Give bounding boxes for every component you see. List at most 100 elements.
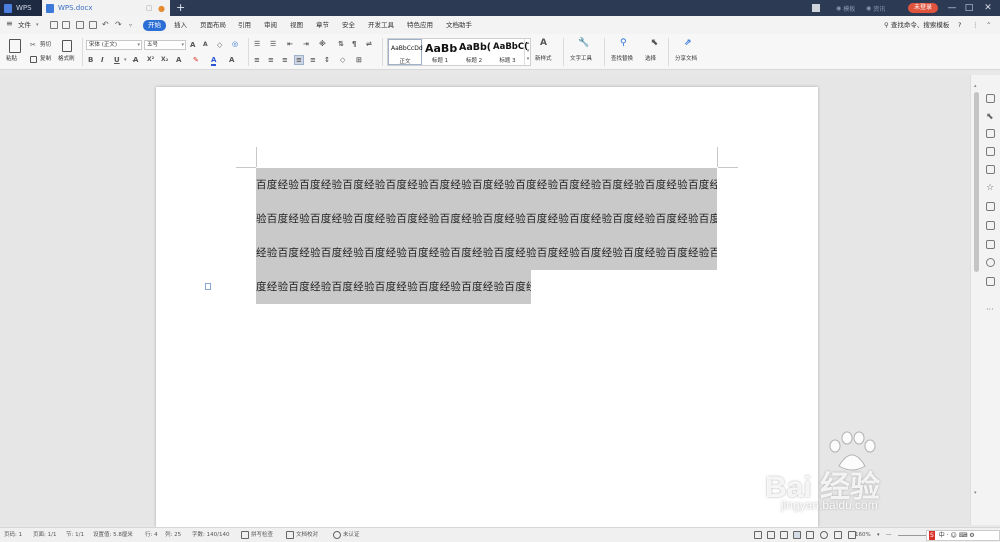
vertical-scrollbar[interactable]: [974, 92, 979, 272]
sidebar-more-icon[interactable]: ···: [986, 305, 994, 314]
font-color-button[interactable]: A: [211, 56, 217, 66]
text-tools-icon[interactable]: 🔧: [578, 39, 589, 48]
format-painter-button[interactable]: 格式刷: [58, 56, 75, 63]
text-line[interactable]: 经验百度经验百度经验百度经验百度经验百度经验百度经验百度经验百度经验百度经验百度…: [256, 236, 717, 270]
clear-format-icon[interactable]: ◇: [217, 41, 222, 49]
status-row[interactable]: 行: 4: [145, 531, 158, 539]
status-setting-value[interactable]: 设置值: 5.8厘米: [93, 531, 133, 539]
collapse-ribbon-icon[interactable]: ⌃: [986, 20, 991, 31]
justify-icon[interactable]: ≡: [294, 55, 304, 65]
new-style-icon[interactable]: A: [540, 39, 547, 48]
sidebar-styles-icon[interactable]: [986, 165, 995, 174]
find-replace-icon[interactable]: ⚲: [620, 39, 627, 48]
sidebar-shapes-icon[interactable]: [986, 129, 995, 138]
menu-file-caret-icon[interactable]: ▾: [36, 20, 39, 31]
sidebar-select-icon[interactable]: ⬉: [986, 112, 995, 122]
login-button[interactable]: 未登录: [908, 3, 938, 13]
align-center-icon[interactable]: ≡: [268, 56, 274, 64]
ime-punctuation[interactable]: ·: [947, 532, 949, 539]
underline-dropdown-icon[interactable]: ▾: [124, 56, 127, 64]
chinese-layout-icon[interactable]: ※: [319, 40, 326, 48]
sidebar-collapse-icon[interactable]: [986, 94, 995, 103]
text-line[interactable]: 验百度经验百度经验百度经验百度经验百度经验百度经验百度经验百度经验百度经验百度经…: [256, 202, 717, 236]
subscript-icon[interactable]: X₂: [161, 56, 168, 64]
fullscreen-icon[interactable]: [754, 531, 762, 539]
input-method-bar[interactable]: S 中 · ☺ ⌨ ⚙: [926, 530, 1000, 541]
style-gallery-scroll-icon[interactable]: ▴ ▾ ▾: [524, 39, 531, 65]
text-line[interactable]: 度经验百度经验百度经验百度经验百度经验百度经验百度经验: [256, 270, 531, 304]
copy-button[interactable]: 复制: [40, 56, 51, 63]
paragraph-layout-icon[interactable]: [205, 283, 211, 290]
text-effect-icon[interactable]: A: [176, 56, 181, 64]
distributed-align-icon[interactable]: ≡: [310, 56, 316, 64]
increase-indent-icon[interactable]: ⇥: [303, 40, 309, 48]
eye-protection-icon[interactable]: [834, 531, 842, 539]
shading-icon[interactable]: ◇: [340, 56, 345, 64]
scroll-up-icon[interactable]: ▴: [974, 83, 977, 89]
menu-developer[interactable]: 开发工具: [368, 20, 394, 31]
help-icon[interactable]: ?: [958, 20, 961, 31]
paste-button[interactable]: 粘贴: [6, 56, 17, 63]
sidebar-adjust-icon[interactable]: [986, 147, 995, 156]
zoom-out-button[interactable]: —: [886, 531, 892, 539]
sidebar-history-icon[interactable]: [986, 258, 995, 267]
menu-review[interactable]: 审阅: [264, 20, 277, 31]
find-replace-button[interactable]: 查找替换: [611, 56, 633, 63]
menu-security[interactable]: 安全: [342, 20, 355, 31]
menu-insert[interactable]: 插入: [174, 20, 187, 31]
zoom-dropdown-icon[interactable]: ▾: [877, 531, 880, 539]
write-mode-icon[interactable]: [780, 531, 788, 539]
minimize-button[interactable]: —: [946, 2, 958, 14]
menu-features[interactable]: 特色应用: [407, 20, 433, 31]
format-painter-icon[interactable]: [62, 40, 72, 52]
template-button[interactable]: ◉ 模板: [836, 0, 855, 16]
status-word-count[interactable]: 字数: 140/140: [192, 531, 229, 539]
redo-icon[interactable]: ↷: [115, 19, 122, 30]
print-preview-icon[interactable]: [89, 21, 97, 29]
ime-keyboard-icon[interactable]: ⌨: [959, 532, 968, 539]
status-column[interactable]: 列: 25: [165, 531, 181, 539]
add-tab-button[interactable]: +: [176, 1, 185, 15]
menu-file[interactable]: 文件: [18, 20, 31, 31]
zoom-level[interactable]: 160%: [855, 531, 871, 539]
print-icon[interactable]: [76, 21, 84, 29]
sidebar-star-icon[interactable]: ☆: [986, 183, 995, 193]
font-size-select[interactable]: 五号: [144, 40, 186, 50]
grow-font-icon[interactable]: A: [190, 41, 195, 49]
style-heading-3[interactable]: AaBbC( 标题 3: [491, 39, 528, 65]
sidebar-tools-icon[interactable]: [986, 277, 995, 286]
sidebar-picture-icon[interactable]: [986, 240, 995, 249]
highlight-icon[interactable]: ✎: [193, 56, 199, 64]
show-marks-icon[interactable]: ¶: [352, 40, 356, 48]
quick-access-more-icon[interactable]: ▿: [129, 20, 132, 31]
command-search[interactable]: ⚲ 查找命令、搜索模板: [884, 20, 949, 31]
style-heading-1[interactable]: AaBb 标题 1: [423, 39, 457, 65]
page-view-icon[interactable]: [793, 531, 801, 539]
sidebar-share-icon[interactable]: [986, 202, 995, 211]
shrink-font-icon[interactable]: A: [203, 41, 208, 49]
borders-icon[interactable]: ⊞: [356, 56, 362, 64]
font-name-select[interactable]: 宋体 (正文): [86, 40, 142, 50]
text-line[interactable]: 百度经验百度经验百度经验百度经验百度经验百度经验百度经验百度经验百度经验百度经验…: [256, 168, 717, 202]
status-section[interactable]: 节: 1/1: [66, 531, 84, 539]
italic-button[interactable]: I: [101, 56, 104, 64]
cut-button[interactable]: 剪切: [40, 42, 51, 49]
style-normal[interactable]: AaBbCcDd 正文: [388, 39, 423, 65]
ribbon-options-icon[interactable]: ⋮: [972, 20, 979, 31]
strikethrough-icon[interactable]: A̶: [133, 56, 138, 64]
numbered-list-icon[interactable]: ☰: [270, 40, 276, 48]
paste-icon[interactable]: [9, 39, 21, 53]
menu-page-layout[interactable]: 页面布局: [200, 20, 226, 31]
ime-chinese-mode[interactable]: 中: [939, 532, 945, 539]
sort-icon[interactable]: ⇅: [338, 40, 344, 48]
ime-settings-icon[interactable]: ⚙: [969, 532, 974, 539]
zoom-slider[interactable]: [898, 535, 926, 536]
proofread-button[interactable]: 文档校对: [296, 531, 318, 539]
align-right-icon[interactable]: ≡: [282, 56, 288, 64]
select-icon[interactable]: ⬉: [651, 39, 659, 48]
select-button[interactable]: 选择: [645, 56, 656, 63]
decrease-indent-icon[interactable]: ⇤: [287, 40, 293, 48]
share-document-button[interactable]: 分享文档: [675, 56, 697, 63]
text-tools-button[interactable]: 文字工具: [570, 56, 592, 63]
new-style-button[interactable]: 新样式: [535, 56, 552, 63]
